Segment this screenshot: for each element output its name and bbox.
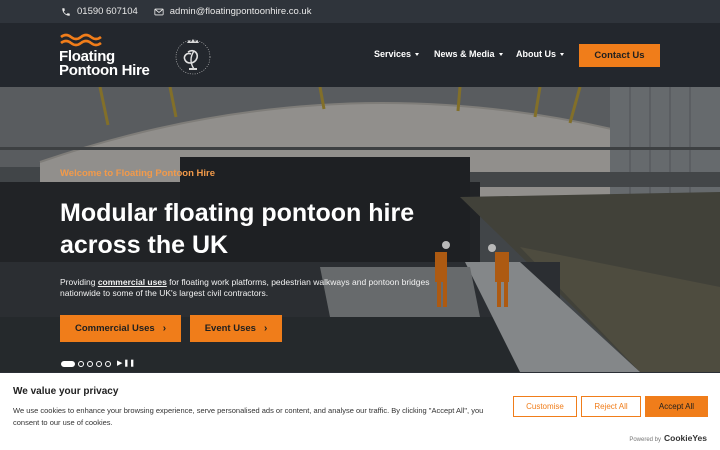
envelope-icon bbox=[154, 8, 164, 15]
nav-news-media[interactable]: News & Media bbox=[434, 49, 503, 59]
hero-welcome: Welcome to Floating Pontoon Hire bbox=[60, 168, 215, 179]
reject-all-button[interactable]: Reject All bbox=[581, 396, 641, 417]
phone-number: 01590 607104 bbox=[77, 6, 138, 17]
nav-news-media-label: News & Media bbox=[434, 49, 495, 59]
hero-subtext: Providing commercial uses for floating w… bbox=[60, 277, 430, 299]
hero-slider: Welcome to Floating Pontoon Hire Modular… bbox=[0, 87, 720, 372]
nav-services-label: Services bbox=[374, 49, 412, 59]
accept-all-button[interactable]: Accept All bbox=[645, 396, 708, 417]
site-header: Floating Pontoon Hire Services News & Me… bbox=[0, 23, 720, 87]
slide-dot-2[interactable] bbox=[78, 361, 84, 367]
chevron-right-icon: › bbox=[162, 323, 167, 334]
hero-headline: Modular floating pontoon hire across the… bbox=[60, 199, 415, 259]
commercial-uses-link[interactable]: commercial uses bbox=[98, 277, 167, 287]
slide-dot-3[interactable] bbox=[87, 361, 93, 367]
nav-about-us-label: About Us bbox=[516, 49, 556, 59]
cookie-title: We value your privacy bbox=[13, 386, 119, 397]
logo-line-2: Pontoon Hire bbox=[59, 62, 150, 79]
logo-text: Floating Pontoon Hire bbox=[59, 49, 150, 79]
subtext-start: Providing bbox=[60, 277, 98, 287]
waves-logo-icon bbox=[60, 33, 102, 47]
caret-down-icon bbox=[498, 52, 503, 56]
powered-by-cookieyes[interactable]: Powered by CookieYes bbox=[629, 433, 707, 443]
chevron-right-icon: › bbox=[263, 323, 268, 334]
contact-us-button[interactable]: Contact Us bbox=[579, 44, 660, 67]
play-pause-button[interactable]: ▶ ❚❚ bbox=[117, 359, 135, 367]
email-address: admin@floatingpontoonhire.co.uk bbox=[169, 6, 312, 17]
event-uses-label: Event Uses bbox=[204, 323, 256, 334]
top-contact-bar: 01590 607104 admin@floatingpontoonhire.c… bbox=[0, 0, 720, 23]
nav-about-us[interactable]: About Us bbox=[516, 49, 564, 59]
play-icon: ▶ bbox=[117, 360, 123, 367]
customise-button[interactable]: Customise bbox=[513, 396, 577, 417]
slider-pagination bbox=[61, 361, 111, 367]
site-logo[interactable]: Floating Pontoon Hire bbox=[59, 31, 159, 81]
slide-dot-5[interactable] bbox=[105, 361, 111, 367]
phone-icon bbox=[62, 7, 70, 16]
queens-award-emblem-icon bbox=[175, 39, 211, 75]
caret-down-icon bbox=[415, 52, 420, 56]
cookieyes-logo: CookieYes bbox=[664, 433, 707, 443]
email-link[interactable]: admin@floatingpontoonhire.co.uk bbox=[154, 6, 312, 17]
commercial-uses-label: Commercial Uses bbox=[74, 323, 155, 334]
cookie-description: We use cookies to enhance your browsing … bbox=[13, 406, 484, 427]
event-uses-button[interactable]: Event Uses › bbox=[190, 315, 282, 342]
slide-dot-1[interactable] bbox=[61, 361, 75, 367]
pause-icon: ❚❚ bbox=[123, 360, 136, 367]
cookie-consent-banner: We value your privacy We use cookies to … bbox=[0, 373, 720, 450]
commercial-uses-button[interactable]: Commercial Uses › bbox=[60, 315, 181, 342]
slide-dot-4[interactable] bbox=[96, 361, 102, 367]
powered-by-label: Powered by bbox=[629, 437, 661, 443]
phone-link[interactable]: 01590 607104 bbox=[61, 6, 138, 17]
nav-services[interactable]: Services bbox=[374, 49, 420, 59]
caret-down-icon bbox=[560, 52, 564, 56]
